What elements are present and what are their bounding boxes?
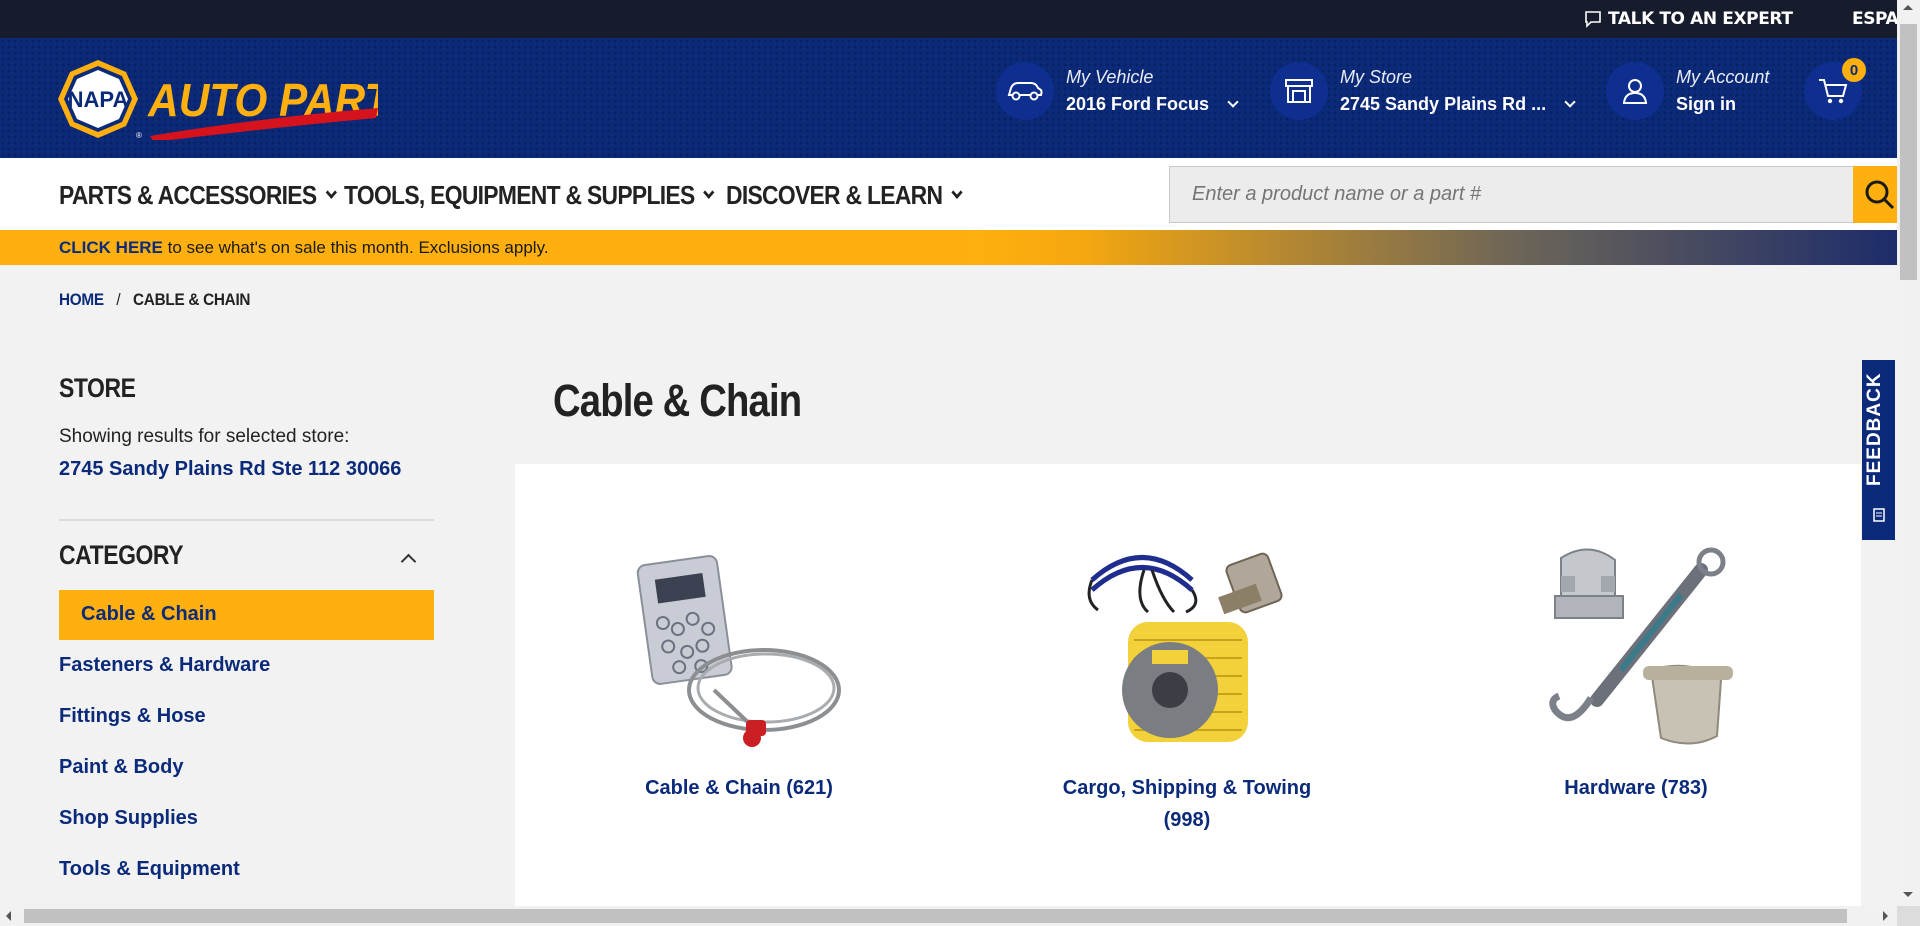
- my-store-selector[interactable]: My Store 2745 Sandy Plains Rd ...: [1270, 62, 1576, 120]
- breadcrumb-home[interactable]: HOME: [59, 290, 104, 309]
- hardware-image: [1531, 540, 1741, 750]
- talk-to-expert-label: TALK TO AN EXPERT: [1608, 9, 1793, 29]
- vertical-scroll-thumb[interactable]: [1900, 24, 1917, 280]
- breadcrumb-current: CABLE & CHAIN: [133, 290, 251, 309]
- my-vehicle-label: My Vehicle: [1066, 67, 1154, 87]
- category-item-fittings-hose[interactable]: Fittings & Hose: [59, 705, 206, 728]
- feedback-icon: [1873, 508, 1885, 522]
- category-card-cable-chain[interactable]: Cable & Chain (621): [609, 540, 869, 804]
- breadcrumb-separator: /: [116, 290, 121, 309]
- scroll-right-icon[interactable]: [1883, 911, 1888, 921]
- category-card-label[interactable]: Hardware (783): [1506, 772, 1766, 804]
- sign-in-link[interactable]: Sign in: [1676, 94, 1769, 115]
- feedback-tab[interactable]: FEEDBACK: [1862, 360, 1895, 540]
- scrollbar-corner: [1897, 906, 1920, 926]
- chat-bubble-icon: [1585, 11, 1601, 28]
- cart-button[interactable]: 0: [1804, 58, 1866, 120]
- chevron-up-icon[interactable]: [400, 553, 417, 570]
- promo-text: to see what's on sale this month. Exclus…: [162, 238, 549, 257]
- category-card-label[interactable]: Cable & Chain (621): [609, 772, 869, 804]
- my-store-value: 2745 Sandy Plains Rd ...: [1340, 94, 1547, 114]
- page-title: Cable & Chain: [553, 375, 802, 426]
- cable-chain-image: [634, 540, 844, 750]
- user-icon: [1606, 62, 1664, 120]
- site-header: NAPA AUTO PARTS ® My Vehicle 2016 Ford F…: [0, 38, 1897, 158]
- category-card-cargo-shipping-towing[interactable]: Cargo, Shipping & Towing (998): [1057, 540, 1317, 836]
- category-item-fasteners-hardware[interactable]: Fasteners & Hardware: [59, 654, 270, 677]
- category-heading[interactable]: CATEGORY: [59, 540, 184, 571]
- search-button[interactable]: [1853, 166, 1897, 223]
- chevron-down-icon: [951, 186, 963, 199]
- horizontal-scrollbar[interactable]: [0, 906, 1897, 926]
- feedback-label: FEEDBACK: [1864, 372, 1885, 486]
- napa-logo[interactable]: NAPA AUTO PARTS ®: [58, 58, 419, 142]
- svg-text:®: ®: [136, 131, 142, 140]
- category-item-cable-chain[interactable]: Cable & Chain: [59, 590, 434, 640]
- talk-to-expert-link[interactable]: TALK TO AN EXPERT: [1584, 9, 1793, 29]
- utility-bar: TALK TO AN EXPERT ESPAÑOL: [0, 0, 1920, 38]
- horizontal-scroll-thumb[interactable]: [24, 909, 1847, 923]
- nav-parts-accessories[interactable]: PARTS & ACCESSORIES: [59, 180, 337, 211]
- store-note: Showing results for selected store:: [59, 426, 350, 447]
- my-vehicle-value: 2016 Ford Focus: [1066, 94, 1210, 114]
- nav-discover-label: DISCOVER & LEARN: [726, 180, 943, 210]
- scroll-up-icon[interactable]: [1903, 5, 1913, 10]
- logo-badge-text: NAPA: [68, 87, 129, 112]
- nav-discover-learn[interactable]: DISCOVER & LEARN: [726, 180, 963, 211]
- my-account-link[interactable]: My Account Sign in: [1606, 62, 1769, 120]
- cart-count-badge: 0: [1842, 58, 1866, 82]
- store-icon: [1270, 62, 1328, 120]
- category-item-shop-supplies[interactable]: Shop Supplies: [59, 807, 198, 830]
- my-vehicle-selector[interactable]: My Vehicle 2016 Ford Focus: [996, 62, 1239, 120]
- nav-tools-label: TOOLS, EQUIPMENT & SUPPLIES: [344, 180, 695, 210]
- chevron-down-icon: [1227, 96, 1239, 108]
- my-store-label: My Store: [1340, 67, 1413, 87]
- car-icon: [996, 62, 1054, 120]
- sidebar-divider: [59, 519, 434, 521]
- scroll-down-icon[interactable]: [1903, 892, 1913, 897]
- chevron-down-icon: [325, 186, 337, 199]
- category-item-paint-body[interactable]: Paint & Body: [59, 756, 183, 779]
- chevron-down-icon: [1564, 96, 1576, 108]
- promo-cta-link[interactable]: CLICK HERE: [59, 238, 163, 257]
- nav-parts-accessories-label: PARTS & ACCESSORIES: [59, 180, 317, 210]
- scroll-left-icon[interactable]: [6, 911, 11, 921]
- store-heading: STORE: [59, 373, 136, 403]
- category-card-hardware[interactable]: Hardware (783): [1506, 540, 1766, 804]
- search-input[interactable]: [1169, 166, 1854, 223]
- promo-banner: CLICK HERE to see what's on sale this mo…: [0, 230, 1897, 265]
- nav-tools-equipment-supplies[interactable]: TOOLS, EQUIPMENT & SUPPLIES: [344, 180, 715, 211]
- chevron-down-icon: [703, 186, 715, 199]
- selected-store-link[interactable]: 2745 Sandy Plains Rd Ste 112 30066: [59, 458, 401, 481]
- breadcrumb: HOME / CABLE & CHAIN: [59, 290, 250, 310]
- category-item-tools-equipment[interactable]: Tools & Equipment: [59, 858, 240, 881]
- category-card-label[interactable]: Cargo, Shipping & Towing (998): [1057, 772, 1317, 836]
- napa-logo-icon: NAPA AUTO PARTS ®: [58, 60, 419, 142]
- my-account-label: My Account: [1676, 67, 1770, 87]
- cargo-towing-image: [1082, 540, 1292, 750]
- search-icon: [1865, 180, 1895, 210]
- vertical-scrollbar[interactable]: [1897, 0, 1920, 906]
